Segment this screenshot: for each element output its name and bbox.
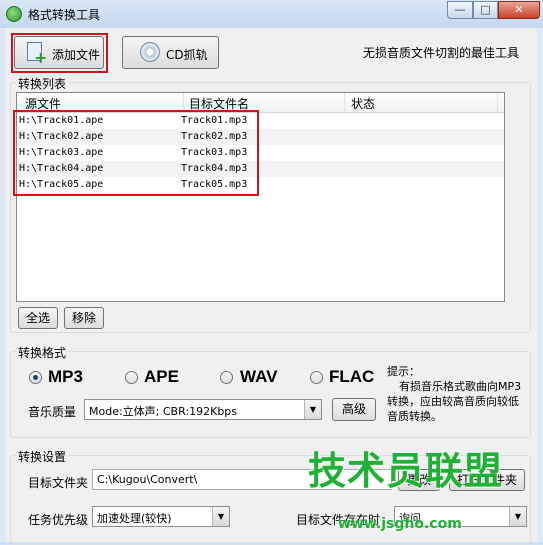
window-title: 格式转换工具 bbox=[28, 8, 101, 22]
radio-mp3[interactable] bbox=[29, 371, 42, 384]
remove-button[interactable]: 移除 bbox=[64, 307, 104, 329]
label-mp3[interactable]: MP3 bbox=[48, 367, 83, 387]
row-source: H:\Track01.ape bbox=[19, 115, 104, 126]
row-target: Track03.mp3 bbox=[181, 147, 248, 158]
hint-title: 提示： bbox=[387, 365, 420, 378]
row-target: Track04.mp3 bbox=[181, 163, 248, 174]
quality-label: 音乐质量 bbox=[28, 405, 77, 419]
row-source: H:\Track03.ape bbox=[19, 147, 104, 158]
priority-value: 加速处理(较快) bbox=[97, 512, 172, 525]
row-target: Track01.mp3 bbox=[181, 115, 248, 126]
watermark-url: www.jsgho.com bbox=[338, 516, 462, 532]
table-row[interactable]: H:\Track03.ape Track03.mp3 bbox=[17, 145, 504, 161]
row-source: H:\Track02.ape bbox=[19, 131, 104, 142]
app-icon bbox=[6, 6, 22, 22]
maximize-button[interactable]: □ bbox=[473, 1, 498, 19]
row-source: H:\Track04.ape bbox=[19, 163, 104, 174]
convert-file-list[interactable]: 源文件 目标文件名 状态 H:\Track01.ape Track01.mp3 … bbox=[16, 92, 505, 302]
hint-line-2: 转换，应由较高音质向较低 bbox=[387, 395, 519, 408]
settings-title: 转换设置 bbox=[16, 448, 69, 465]
column-source[interactable]: 源文件 bbox=[25, 95, 61, 112]
row-source: H:\Track05.ape bbox=[19, 179, 104, 190]
add-file-label: 添加文件 bbox=[52, 48, 101, 62]
list-header: 源文件 目标文件名 状态 bbox=[17, 93, 504, 113]
chevron-down-icon: ▼ bbox=[212, 507, 229, 526]
quality-select[interactable]: Mode:立体声; CBR:192Kbps ▼ bbox=[84, 399, 322, 420]
format-title: 转换格式 bbox=[16, 344, 69, 361]
hint-line-3: 音质转换。 bbox=[387, 410, 442, 423]
row-target: Track05.mp3 bbox=[181, 179, 248, 190]
radio-flac[interactable] bbox=[310, 371, 323, 384]
quality-value: Mode:立体声; CBR:192Kbps bbox=[89, 405, 238, 418]
priority-select[interactable]: 加速处理(较快) ▼ bbox=[92, 506, 230, 527]
hint-line-1: 有损音乐格式歌曲向MP3 bbox=[399, 380, 522, 393]
cd-rip-label: CD抓轨 bbox=[166, 48, 208, 62]
radio-ape[interactable] bbox=[125, 371, 138, 384]
radio-wav[interactable] bbox=[220, 371, 233, 384]
table-row[interactable]: H:\Track05.ape Track05.mp3 bbox=[17, 177, 504, 193]
cd-rip-button[interactable]: CD抓轨 bbox=[122, 36, 219, 69]
add-file-button[interactable]: + 添加文件 bbox=[14, 36, 104, 69]
row-target: Track02.mp3 bbox=[181, 131, 248, 142]
chevron-down-icon: ▼ bbox=[509, 507, 526, 526]
target-folder-value: C:\Kugou\Convert\ bbox=[97, 473, 198, 486]
advanced-button[interactable]: 高级 bbox=[332, 398, 376, 421]
watermark-logo: 技术员联盟 bbox=[308, 449, 504, 493]
minimize-button[interactable]: — bbox=[447, 1, 473, 19]
select-all-button[interactable]: 全选 bbox=[18, 307, 58, 329]
label-flac[interactable]: FLAC bbox=[329, 367, 374, 387]
column-status[interactable]: 状态 bbox=[351, 95, 375, 112]
table-row[interactable]: H:\Track04.ape Track04.mp3 bbox=[17, 161, 504, 177]
chevron-down-icon: ▼ bbox=[304, 400, 321, 419]
label-wav[interactable]: WAV bbox=[240, 367, 277, 387]
add-file-icon: + bbox=[27, 42, 47, 66]
column-target[interactable]: 目标文件名 bbox=[189, 95, 249, 112]
slogan-text: 无损音质文件切割的最佳工具 bbox=[363, 46, 520, 60]
priority-label: 任务优先级 bbox=[28, 513, 89, 527]
close-button[interactable]: ✕ bbox=[498, 1, 540, 19]
table-row[interactable]: H:\Track01.ape Track01.mp3 bbox=[17, 113, 504, 129]
app-window: 格式转换工具 — □ ✕ + 添加文件 CD抓轨 无损音质文件切割的最佳工具 转… bbox=[0, 0, 543, 545]
label-ape[interactable]: APE bbox=[144, 367, 179, 387]
title-bar: 格式转换工具 — □ ✕ bbox=[0, 0, 543, 28]
target-folder-label: 目标文件夹 bbox=[28, 476, 89, 490]
convert-list-title: 转换列表 bbox=[16, 75, 69, 92]
table-row[interactable]: H:\Track02.ape Track02.mp3 bbox=[17, 129, 504, 145]
cd-icon bbox=[140, 42, 160, 62]
